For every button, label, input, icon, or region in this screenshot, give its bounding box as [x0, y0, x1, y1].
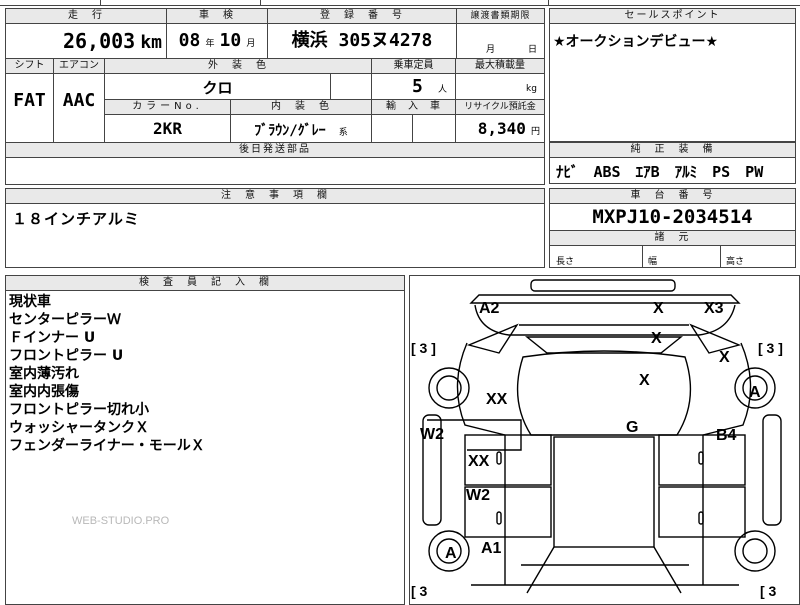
- note-line: フロントピラー切れ小: [9, 402, 149, 418]
- capacity-unit: 人: [437, 85, 447, 95]
- damage-mark: W2: [466, 487, 490, 504]
- equipment-header: 純 正 装 備: [550, 143, 795, 157]
- damage-mark: X: [653, 300, 664, 317]
- interior-color-value: ﾌﾞﾗｳﾝ/ｸﾞﾚｰ: [254, 123, 326, 139]
- load-unit: kg: [526, 84, 537, 94]
- inspection-value-cell: 08 年 10 月: [168, 26, 266, 56]
- inspection-year: 08: [178, 30, 201, 51]
- top-cutoff-strip: [0, 0, 800, 6]
- interior-color-suffix: 系: [338, 128, 348, 138]
- height-label: 高さ: [726, 257, 745, 267]
- aircon-header: エアコン: [54, 59, 104, 73]
- later-parts-header: 後日発送部品: [6, 143, 544, 157]
- capacity-header: 乗車定員: [372, 59, 455, 73]
- transfer-day-label: 日: [528, 45, 538, 55]
- damage-mark: X: [651, 330, 662, 347]
- note-line: ウォッシャータンクＸ: [9, 420, 149, 436]
- transfer-month-label: 月: [486, 45, 496, 55]
- damage-mark: X: [639, 372, 650, 389]
- damage-mark: A: [749, 384, 761, 401]
- width-label: 幅: [648, 257, 658, 267]
- mileage-unit: km: [140, 32, 162, 53]
- sale-point-text: ★オークションデビュー★: [553, 34, 719, 50]
- note-line: フロントピラー U: [9, 348, 124, 364]
- inspection-header: 車 検: [167, 9, 267, 23]
- mileage-value: 26,003: [62, 29, 136, 53]
- chassis-header: 車 台 番 号: [550, 189, 795, 203]
- note-line: Ｆインナー U: [9, 330, 96, 346]
- damage-mark: G: [626, 419, 639, 436]
- inspection-year-unit: 年: [205, 39, 215, 49]
- tire-tread-bracket: [ 3: [760, 583, 777, 599]
- watermark: WEB-STUDIO.PRO: [72, 515, 170, 527]
- aircon-value: AAC: [62, 90, 96, 111]
- length-label: 長さ: [556, 257, 575, 267]
- note-line: 現状車: [9, 294, 51, 310]
- mileage-header: 走 行: [6, 9, 166, 23]
- tire-tread-bracket: [ 3 ]: [758, 340, 783, 356]
- inspector-notes: 現状車 センターピラーＷ Ｆインナー U フロントピラー U 室内薄汚れ 室内内…: [9, 293, 205, 455]
- damage-mark: X3: [704, 300, 724, 317]
- tire-tread-bracket: [ 3: [411, 583, 428, 599]
- caution-text: １８インチアルミ: [12, 210, 140, 228]
- capacity-value: 5: [412, 76, 423, 97]
- note-line: センターピラーＷ: [9, 312, 121, 328]
- color-number-value: 2KR: [153, 119, 182, 138]
- inspector-header: 検 査 員 記 入 欄: [6, 276, 404, 290]
- recycle-fee-header: リサイクル預託金: [456, 100, 544, 114]
- sale-point-header: セールスポイント: [550, 9, 795, 23]
- equipment-value: ﾅﾋﾞ ABS ｴｱB ｱﾙﾐ PS PW: [556, 163, 764, 181]
- registration-number: 横浜 305ヌ4278: [291, 30, 433, 51]
- damage-mark: A1: [481, 540, 502, 557]
- registration-header: 登 録 番 号: [268, 9, 456, 23]
- note-line: 室内薄汚れ: [9, 366, 79, 382]
- damage-mark: X: [719, 349, 730, 366]
- car-diagram: [422, 279, 782, 594]
- transfer-deadline-header: 譲渡書類期限: [457, 9, 544, 23]
- note-line: 室内内張傷: [9, 384, 79, 400]
- inspection-month-unit: 月: [246, 39, 256, 49]
- exterior-color-header: 外 装 色: [105, 59, 371, 73]
- recycle-fee-value-cell: 8,340 円: [456, 119, 544, 138]
- max-load-header: 最大積載量: [456, 59, 544, 73]
- recycle-fee-value: 8,340: [477, 119, 526, 138]
- damage-mark: A: [445, 545, 457, 562]
- caution-header: 注 意 事 項 欄: [6, 189, 544, 203]
- dimensions-header: 諸 元: [550, 231, 795, 245]
- shift-header: シフト: [6, 59, 53, 73]
- note-line: フェンダーライナー・モールＸ: [9, 438, 205, 454]
- sale-point-box: [549, 8, 796, 142]
- import-header: 輸 入 車: [372, 100, 455, 114]
- interior-color-header: 内 装 色: [231, 100, 371, 114]
- color-number-header: カラーNo.: [105, 100, 230, 114]
- damage-mark: XX: [486, 391, 508, 408]
- damage-mark: W2: [420, 426, 444, 443]
- interior-color-value-cell: ﾌﾞﾗｳﾝ/ｸﾞﾚｰ 系: [231, 120, 371, 140]
- recycle-fee-unit: 円: [530, 127, 540, 137]
- damage-mark: A2: [479, 300, 500, 317]
- mileage-value-cell: 26,003 km: [6, 26, 166, 56]
- chassis-number: MXPJ10-2034514: [592, 206, 753, 228]
- inspection-month: 10: [219, 30, 242, 51]
- exterior-color-value: クロ: [202, 79, 233, 97]
- shift-value: FAT: [13, 90, 46, 111]
- capacity-value-cell: 5 人: [372, 76, 455, 97]
- damage-mark: B4: [716, 427, 737, 444]
- damage-mark: XX: [468, 453, 490, 470]
- tire-tread-bracket: [ 3 ]: [411, 340, 436, 356]
